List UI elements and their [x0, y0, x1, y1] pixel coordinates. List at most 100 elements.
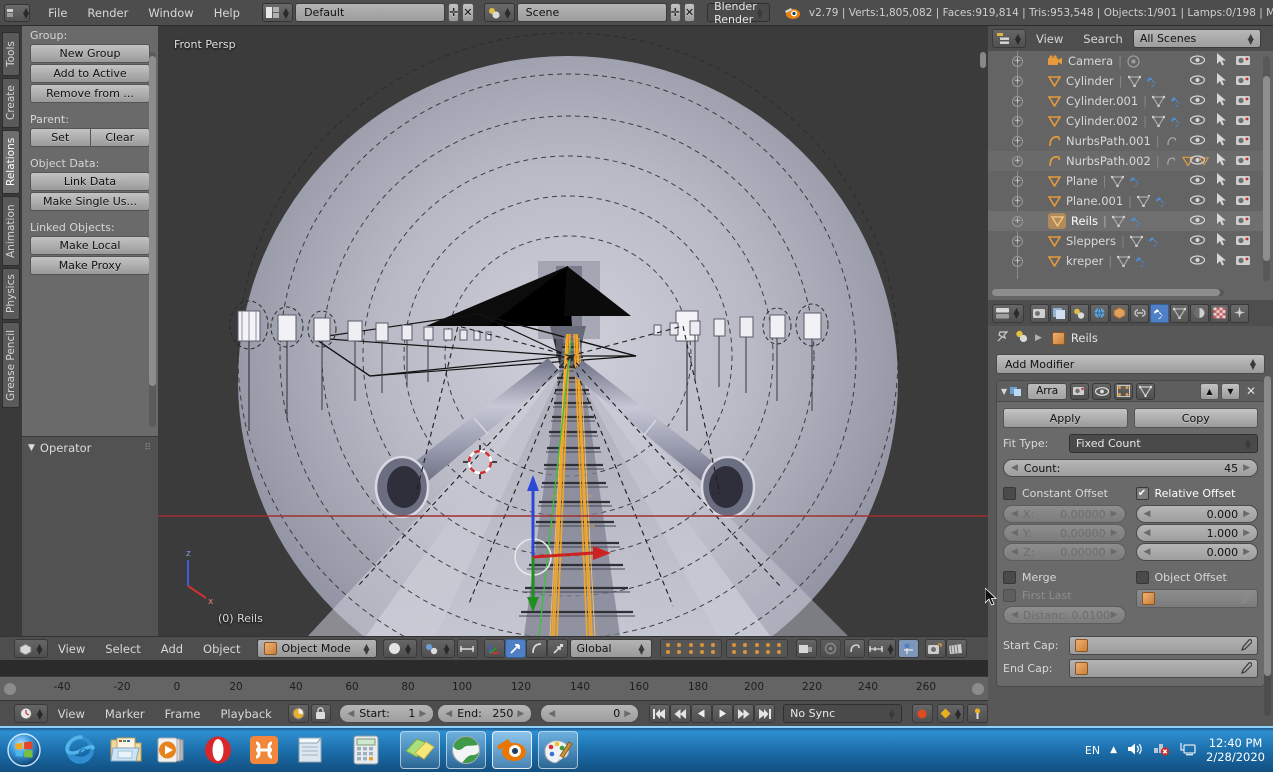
expand-icon[interactable]: + [1012, 135, 1023, 147]
expand-icon[interactable]: + [1012, 55, 1023, 67]
restrict-view-toggle[interactable] [1189, 154, 1206, 168]
tab-animation[interactable]: Animation [2, 196, 20, 266]
editor-type-selector-viewport[interactable]: ▲ ▼ [14, 639, 48, 658]
tab-particles-properties[interactable] [1230, 303, 1249, 323]
restrict-select-toggle[interactable] [1217, 253, 1227, 269]
restrict-view-toggle[interactable] [1189, 174, 1206, 188]
restrict-select-toggle[interactable] [1217, 73, 1227, 89]
restrict-render-toggle[interactable] [1236, 154, 1251, 169]
screen-layout-icon-box[interactable]: ▲ ▼ [261, 3, 294, 22]
copy-modifier-button[interactable]: Copy [1133, 408, 1258, 428]
blender-icon[interactable] [492, 731, 532, 769]
expand-icon[interactable]: + [1012, 175, 1023, 187]
scene-icon-box[interactable]: ▲ ▼ [483, 3, 515, 22]
constant-offset-checkbox[interactable] [1003, 487, 1016, 500]
modifier-viewport-toggle[interactable] [1092, 382, 1112, 400]
tab-data-properties[interactable] [1170, 303, 1189, 323]
proportional-edit-button[interactable] [819, 639, 841, 658]
show-hidden-icons-button[interactable]: ▲ [1110, 745, 1117, 755]
toolshelf-scrollbar[interactable] [149, 52, 156, 427]
file-explorer-icon[interactable] [106, 731, 146, 769]
keying-set-selector[interactable]: ▲ ▼ [936, 704, 965, 723]
eyedropper-icon[interactable] [1240, 636, 1253, 655]
xampp-icon[interactable] [244, 731, 284, 769]
restrict-render-toggle[interactable] [1236, 54, 1251, 69]
remove-from-group-button[interactable]: Remove from ... [30, 84, 150, 103]
play-button[interactable] [712, 704, 734, 723]
restrict-select-toggle[interactable] [1217, 93, 1227, 109]
editor-type-selector-properties[interactable]: ▲ ▼ [992, 303, 1024, 323]
expand-icon[interactable]: + [1012, 75, 1023, 87]
mesh-data-icon[interactable] [1117, 255, 1131, 267]
start-cap-field[interactable] [1069, 636, 1258, 655]
start-orb-button[interactable] [4, 731, 44, 769]
menu-window[interactable]: Window [138, 6, 203, 20]
snap-element-selector[interactable]: ▲ ▼ [867, 639, 896, 658]
eyedropper-icon[interactable] [1240, 659, 1253, 678]
restrict-select-toggle[interactable] [1217, 153, 1227, 169]
menu-render[interactable]: Render [77, 6, 138, 20]
outliner-tree[interactable]: + Camera | + Cylinder | + Cylinder.001 |… [988, 51, 1263, 279]
restrict-view-toggle[interactable] [1189, 254, 1206, 268]
mesh-data-icon[interactable] [1152, 115, 1166, 127]
add-to-active-button[interactable]: Add to Active [30, 64, 150, 83]
scale-manipulator-button[interactable] [546, 639, 568, 658]
tab-render-properties[interactable] [1030, 303, 1049, 323]
curve-data-icon[interactable] [1165, 135, 1178, 147]
restrict-view-toggle[interactable] [1189, 214, 1206, 228]
restrict-render-toggle[interactable] [1236, 194, 1251, 209]
outliner-row-cylinder-001[interactable]: + Cylinder.001 | [988, 91, 1263, 111]
relative-offset-x-field[interactable]: ◀ 0.000 ▶ [1135, 505, 1258, 523]
outliner-menu-search[interactable]: Search [1073, 32, 1133, 46]
insert-keyframe-button[interactable] [967, 704, 988, 723]
jump-to-start-button[interactable] [649, 704, 671, 723]
restrict-view-toggle[interactable] [1189, 134, 1206, 148]
render-opengl-animation-button[interactable] [945, 639, 967, 658]
add-layout-button[interactable]: ✛ [448, 3, 460, 22]
opera-browser-icon[interactable] [198, 731, 238, 769]
restrict-view-toggle[interactable] [1189, 54, 1206, 68]
step-back-button[interactable] [691, 704, 713, 723]
modifier-cage-toggle[interactable] [1136, 382, 1156, 400]
modifier-render-toggle[interactable] [1070, 382, 1090, 400]
tab-tools[interactable]: Tools [2, 32, 20, 76]
jump-to-end-button[interactable] [754, 704, 776, 723]
operator-header[interactable]: ▼ Operator ⠿ [22, 437, 158, 459]
camera-data-icon[interactable] [1127, 54, 1140, 68]
timeline-menu-view[interactable]: View [48, 707, 95, 721]
expand-icon[interactable]: + [1012, 255, 1023, 267]
make-local-button[interactable]: Make Local [30, 236, 150, 255]
outliner-row-nurbspath-002[interactable]: + NurbsPath.002 | [988, 151, 1263, 171]
expand-icon[interactable]: + [1012, 115, 1023, 127]
tab-physics[interactable]: Physics [2, 268, 20, 320]
scene-layers-grid-2[interactable] [725, 639, 788, 658]
editor-type-selector[interactable]: ▲ ▼ [4, 3, 31, 22]
3d-viewport[interactable]: z x Front Persp (0) Reils [158, 26, 988, 636]
outliner-menu-view[interactable]: View [1026, 32, 1073, 46]
tab-world-properties[interactable] [1090, 303, 1109, 323]
restrict-view-toggle[interactable] [1189, 194, 1206, 208]
restrict-select-toggle[interactable] [1217, 213, 1227, 229]
expand-icon[interactable]: + [1012, 235, 1023, 247]
merge-distance-field[interactable]: ◀ Distanc: 0.0100 ▶ [1003, 606, 1126, 624]
viewport-menu-select[interactable]: Select [95, 642, 150, 656]
volume-icon[interactable] [1127, 742, 1143, 759]
internet-explorer-icon[interactable]: e [60, 731, 100, 769]
restrict-render-toggle[interactable] [1236, 214, 1251, 229]
media-player-icon[interactable] [152, 731, 192, 769]
render-engine-selector[interactable]: Blender Render ▲ ▼ [707, 0, 770, 26]
move-modifier-up-button[interactable]: ▲ [1199, 382, 1219, 400]
make-single-user-button[interactable]: Make Single Us... [30, 192, 150, 211]
restrict-select-toggle[interactable] [1217, 133, 1227, 149]
first-last-toggle[interactable]: First Last [1003, 589, 1126, 602]
end-cap-field[interactable] [1069, 659, 1258, 678]
outliner-row-reils[interactable]: + Reils | [988, 211, 1263, 231]
expand-icon[interactable]: + [1012, 95, 1023, 107]
modifier-editmode-toggle[interactable] [1114, 382, 1134, 400]
first-last-checkbox[interactable] [1003, 589, 1016, 602]
relative-offset-z-field[interactable]: ◀ 0.000 ▶ [1135, 543, 1258, 561]
modifier-wrench-icon[interactable] [1146, 75, 1160, 88]
outliner-row-sleppers[interactable]: + Sleppers | [988, 231, 1263, 251]
editor-type-selector-outliner[interactable]: ▲ ▼ [992, 29, 1026, 48]
tab-object-properties[interactable] [1110, 303, 1129, 323]
